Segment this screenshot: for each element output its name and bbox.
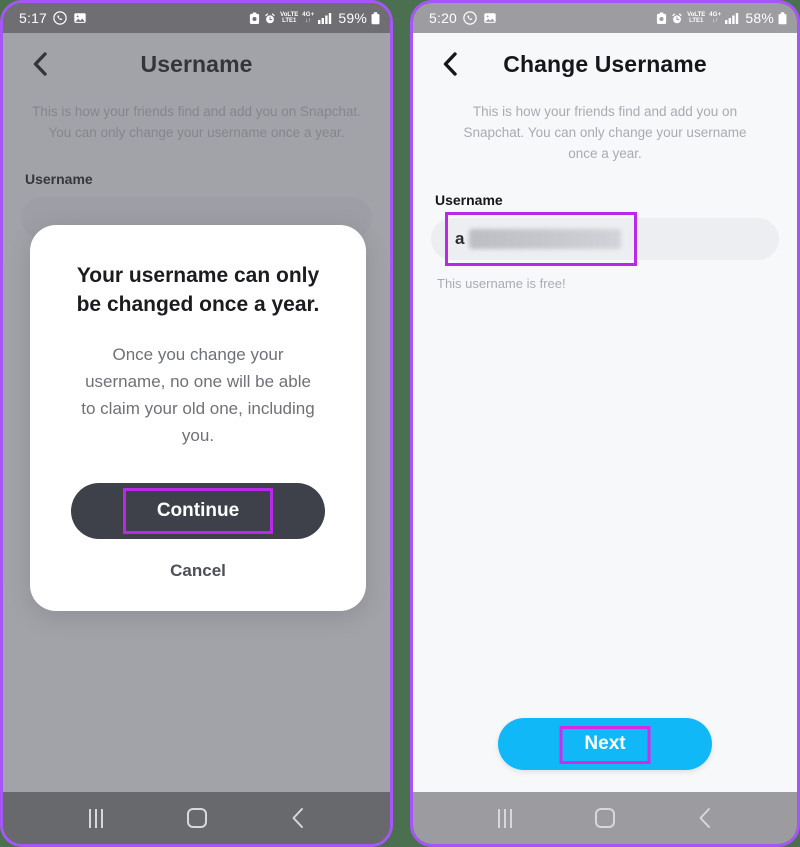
cancel-button[interactable]: Cancel — [170, 561, 226, 581]
right-screen: Change Username This is how your friends… — [413, 33, 797, 792]
battery-saver-icon — [656, 12, 667, 25]
left-phone-frame: 5:17 VoLTE LTE1 4G+ ↓↑ 59% Username This… — [0, 0, 393, 847]
volte-icon: VoLTE LTE1 — [280, 12, 299, 24]
status-bar-left-group: 5:17 — [19, 10, 87, 26]
right-status-bar: 5:20 VoLTE LTE1 4G+ ↓↑ 58% — [413, 3, 797, 33]
battery-percent: 59% — [338, 10, 367, 26]
username-warning-dialog: Your username can only be changed once a… — [30, 225, 366, 611]
photo-icon — [73, 11, 87, 25]
right-navbar — [413, 792, 797, 844]
volte-icon: VoLTE LTE1 — [687, 12, 706, 24]
status-bar-clock: 5:17 — [19, 10, 48, 26]
left-screen: Username This is how your friends find a… — [3, 33, 390, 792]
back-icon[interactable] — [683, 801, 727, 835]
network-4gplus-icon: 4G+ ↓↑ — [709, 12, 722, 24]
home-icon[interactable] — [583, 801, 627, 835]
username-input[interactable]: a — [431, 212, 779, 266]
right-username-label: Username — [435, 192, 503, 208]
left-navbar — [3, 792, 390, 844]
dialog-body: Once you change your username, no one wi… — [81, 345, 315, 445]
status-bar-right-group: VoLTE LTE1 4G+ ↓↑ 59% — [249, 10, 380, 26]
whatsapp-icon — [53, 11, 67, 25]
battery-icon — [371, 11, 380, 25]
recents-icon[interactable] — [483, 801, 527, 835]
redacted-username-blur — [469, 229, 621, 249]
battery-icon — [778, 11, 787, 25]
battery-percent: 58% — [745, 10, 774, 26]
next-button[interactable]: Next — [498, 718, 712, 770]
left-status-bar: 5:17 VoLTE LTE1 4G+ ↓↑ 59% — [3, 3, 390, 33]
right-appbar: Change Username — [413, 33, 797, 95]
alarm-icon — [264, 12, 276, 25]
screenshot-stage: 5:17 VoLTE LTE1 4G+ ↓↑ 59% Username This… — [0, 0, 800, 847]
continue-button[interactable]: Continue — [71, 483, 325, 539]
dialog-title: Your username can only be changed once a… — [76, 264, 320, 316]
chevron-left-icon[interactable] — [435, 49, 465, 79]
signal-icon — [318, 12, 332, 24]
right-phone-frame: 5:20 VoLTE LTE1 4G+ ↓↑ 58% Change Userna… — [410, 0, 800, 847]
signal-icon — [725, 12, 739, 24]
recents-icon[interactable] — [74, 801, 118, 835]
network-4gplus-icon: 4G+ ↓↑ — [302, 12, 315, 24]
battery-saver-icon — [249, 12, 260, 25]
username-availability-text: This username is free! — [437, 276, 566, 291]
next-button-wrap: Next — [413, 718, 797, 770]
status-bar-left-group: 5:20 — [429, 10, 497, 26]
username-input-value: a — [455, 229, 465, 248]
page-title: Change Username — [503, 50, 707, 77]
alarm-icon — [671, 12, 683, 25]
status-bar-right-group: VoLTE LTE1 4G+ ↓↑ 58% — [656, 10, 787, 26]
photo-icon — [483, 11, 497, 25]
status-bar-clock: 5:20 — [429, 10, 458, 26]
whatsapp-icon — [463, 11, 477, 25]
right-subtitle: This is how your friends find and add yo… — [463, 104, 747, 161]
dialog-primary-wrap: Continue — [58, 483, 338, 539]
home-icon[interactable] — [175, 801, 219, 835]
back-icon[interactable] — [276, 801, 320, 835]
